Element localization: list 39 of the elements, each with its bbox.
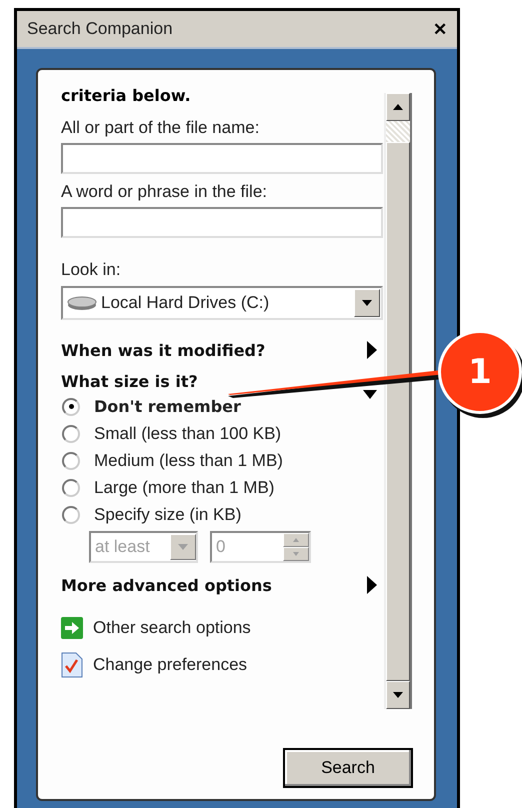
expand-arrow-icon[interactable] bbox=[367, 341, 377, 359]
task-link[interactable]: Other search options bbox=[93, 618, 251, 638]
caret-icon bbox=[178, 544, 188, 550]
field-label: All or part of the file name: bbox=[61, 118, 260, 139]
intro-text: criteria below. bbox=[61, 86, 192, 107]
collapse-arrow-icon[interactable] bbox=[363, 390, 377, 398]
field-label: Look in: bbox=[61, 260, 122, 281]
radio-button[interactable] bbox=[62, 452, 80, 470]
scroll-track[interactable] bbox=[386, 121, 410, 142]
input-field[interactable] bbox=[61, 207, 383, 238]
dropdown-value: Local Hard Drives (C:) bbox=[101, 293, 270, 313]
radio-label: Specify size (in KB) bbox=[94, 504, 242, 524]
look-in-dropdown[interactable]: Local Hard Drives (C:) bbox=[61, 286, 383, 320]
radio-button[interactable] bbox=[62, 424, 80, 442]
scroll-down-icon[interactable] bbox=[393, 692, 403, 698]
radio-button[interactable] bbox=[62, 398, 80, 416]
close-button[interactable]: ✕ bbox=[433, 18, 447, 40]
hard-drive-icon bbox=[67, 296, 97, 310]
input-field[interactable] bbox=[61, 143, 383, 174]
radio-label: Medium (less than 1 MB) bbox=[94, 450, 283, 470]
scroll-thumb[interactable] bbox=[386, 142, 410, 681]
checked-document-icon[interactable] bbox=[61, 652, 83, 678]
radio-label: Small (less than 100 KB) bbox=[94, 424, 282, 444]
window-title: Search Companion bbox=[27, 19, 173, 39]
scrollbar[interactable] bbox=[384, 93, 412, 709]
section-heading[interactable]: What size is it? bbox=[61, 372, 198, 390]
section-heading[interactable]: When was it modified? bbox=[61, 340, 266, 360]
scroll-up-icon[interactable] bbox=[393, 104, 403, 110]
caret-icon bbox=[362, 300, 372, 306]
field-label: A word or phrase in the file: bbox=[61, 182, 268, 203]
radio-label: Large (more than 1 MB) bbox=[94, 478, 274, 498]
dropdown-button[interactable] bbox=[354, 289, 380, 317]
radio-button[interactable] bbox=[62, 478, 80, 496]
radio-button[interactable] bbox=[62, 506, 80, 524]
radio-label: Don't remember bbox=[94, 397, 241, 416]
search-button[interactable]: Search bbox=[283, 748, 413, 788]
section-heading[interactable]: More advanced options bbox=[61, 576, 272, 594]
expand-arrow-icon[interactable] bbox=[367, 576, 377, 594]
task-link[interactable]: Change preferences bbox=[93, 655, 248, 675]
